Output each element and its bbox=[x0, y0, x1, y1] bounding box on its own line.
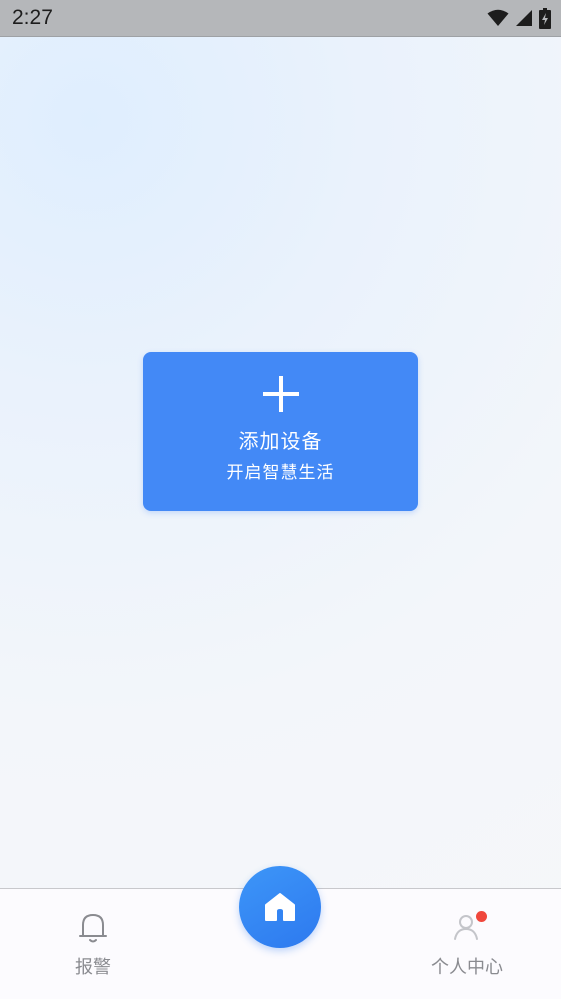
home-button[interactable] bbox=[239, 866, 321, 948]
bell-icon bbox=[77, 911, 109, 945]
plus-icon bbox=[261, 374, 301, 414]
wifi-icon bbox=[487, 9, 509, 27]
battery-charging-icon bbox=[539, 7, 551, 29]
nav-label-alarm: 报警 bbox=[75, 957, 111, 978]
status-time: 2:27 bbox=[12, 6, 53, 29]
app-screen: 2:27 添加设备 开启智慧生活 报警 个人中心 bbox=[0, 0, 561, 999]
status-bar: 2:27 bbox=[0, 0, 561, 37]
nav-item-profile[interactable]: 个人中心 bbox=[407, 889, 527, 999]
nav-item-alarm[interactable]: 报警 bbox=[33, 889, 153, 999]
status-icons bbox=[487, 7, 551, 29]
nav-label-profile: 个人中心 bbox=[431, 957, 503, 978]
cell-signal-icon bbox=[515, 9, 533, 27]
add-device-subtitle: 开启智慧生活 bbox=[226, 463, 335, 483]
add-device-title: 添加设备 bbox=[238, 429, 323, 453]
notification-badge bbox=[476, 911, 487, 922]
add-device-button[interactable]: 添加设备 开启智慧生活 bbox=[143, 352, 418, 511]
